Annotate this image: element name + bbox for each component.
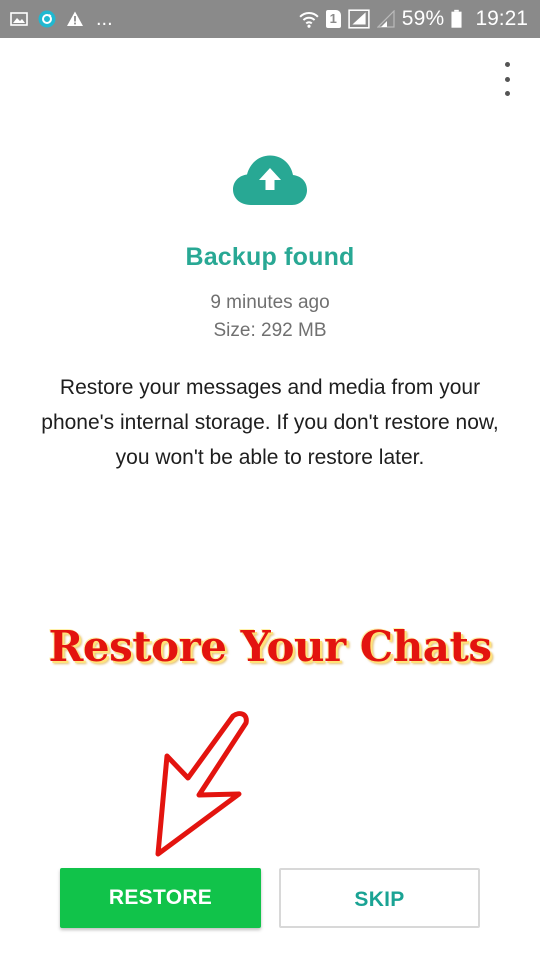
more-vert-icon [504, 91, 510, 96]
restore-description: Restore your messages and media from you… [41, 376, 499, 469]
backup-title: Backup found [185, 243, 355, 271]
backup-time: 9 minutes ago [210, 292, 330, 313]
overflow-menu-button[interactable] [495, 62, 519, 96]
status-bar: ... 1 59% 19:21 [0, 0, 540, 38]
status-bar-left: ... [10, 0, 113, 38]
backup-size: Size: 292 MB [213, 320, 327, 341]
battery-percent: 59% [401, 7, 445, 30]
signal-icon [348, 9, 370, 29]
more-notifications: ... [96, 8, 113, 30]
sim-icon: 1 [325, 10, 341, 28]
more-vert-icon [504, 76, 510, 82]
status-bar-right: 1 59% 19:21 [299, 0, 528, 38]
arrow-down-left-icon [155, 711, 249, 857]
cloud-upload-icon [233, 155, 307, 205]
battery-icon [451, 9, 462, 28]
wifi-icon [299, 12, 319, 28]
image-icon [10, 12, 28, 26]
sync-icon [38, 10, 56, 28]
restore-button[interactable]: RESTORE [60, 868, 261, 928]
status-time: 19:21 [475, 7, 528, 30]
signal-weak-icon [376, 10, 395, 28]
more-vert-icon [504, 62, 510, 67]
overlay-caption: Restore Your Chats [48, 622, 492, 671]
skip-button[interactable]: SKIP [279, 868, 480, 928]
warning-icon [67, 11, 83, 26]
